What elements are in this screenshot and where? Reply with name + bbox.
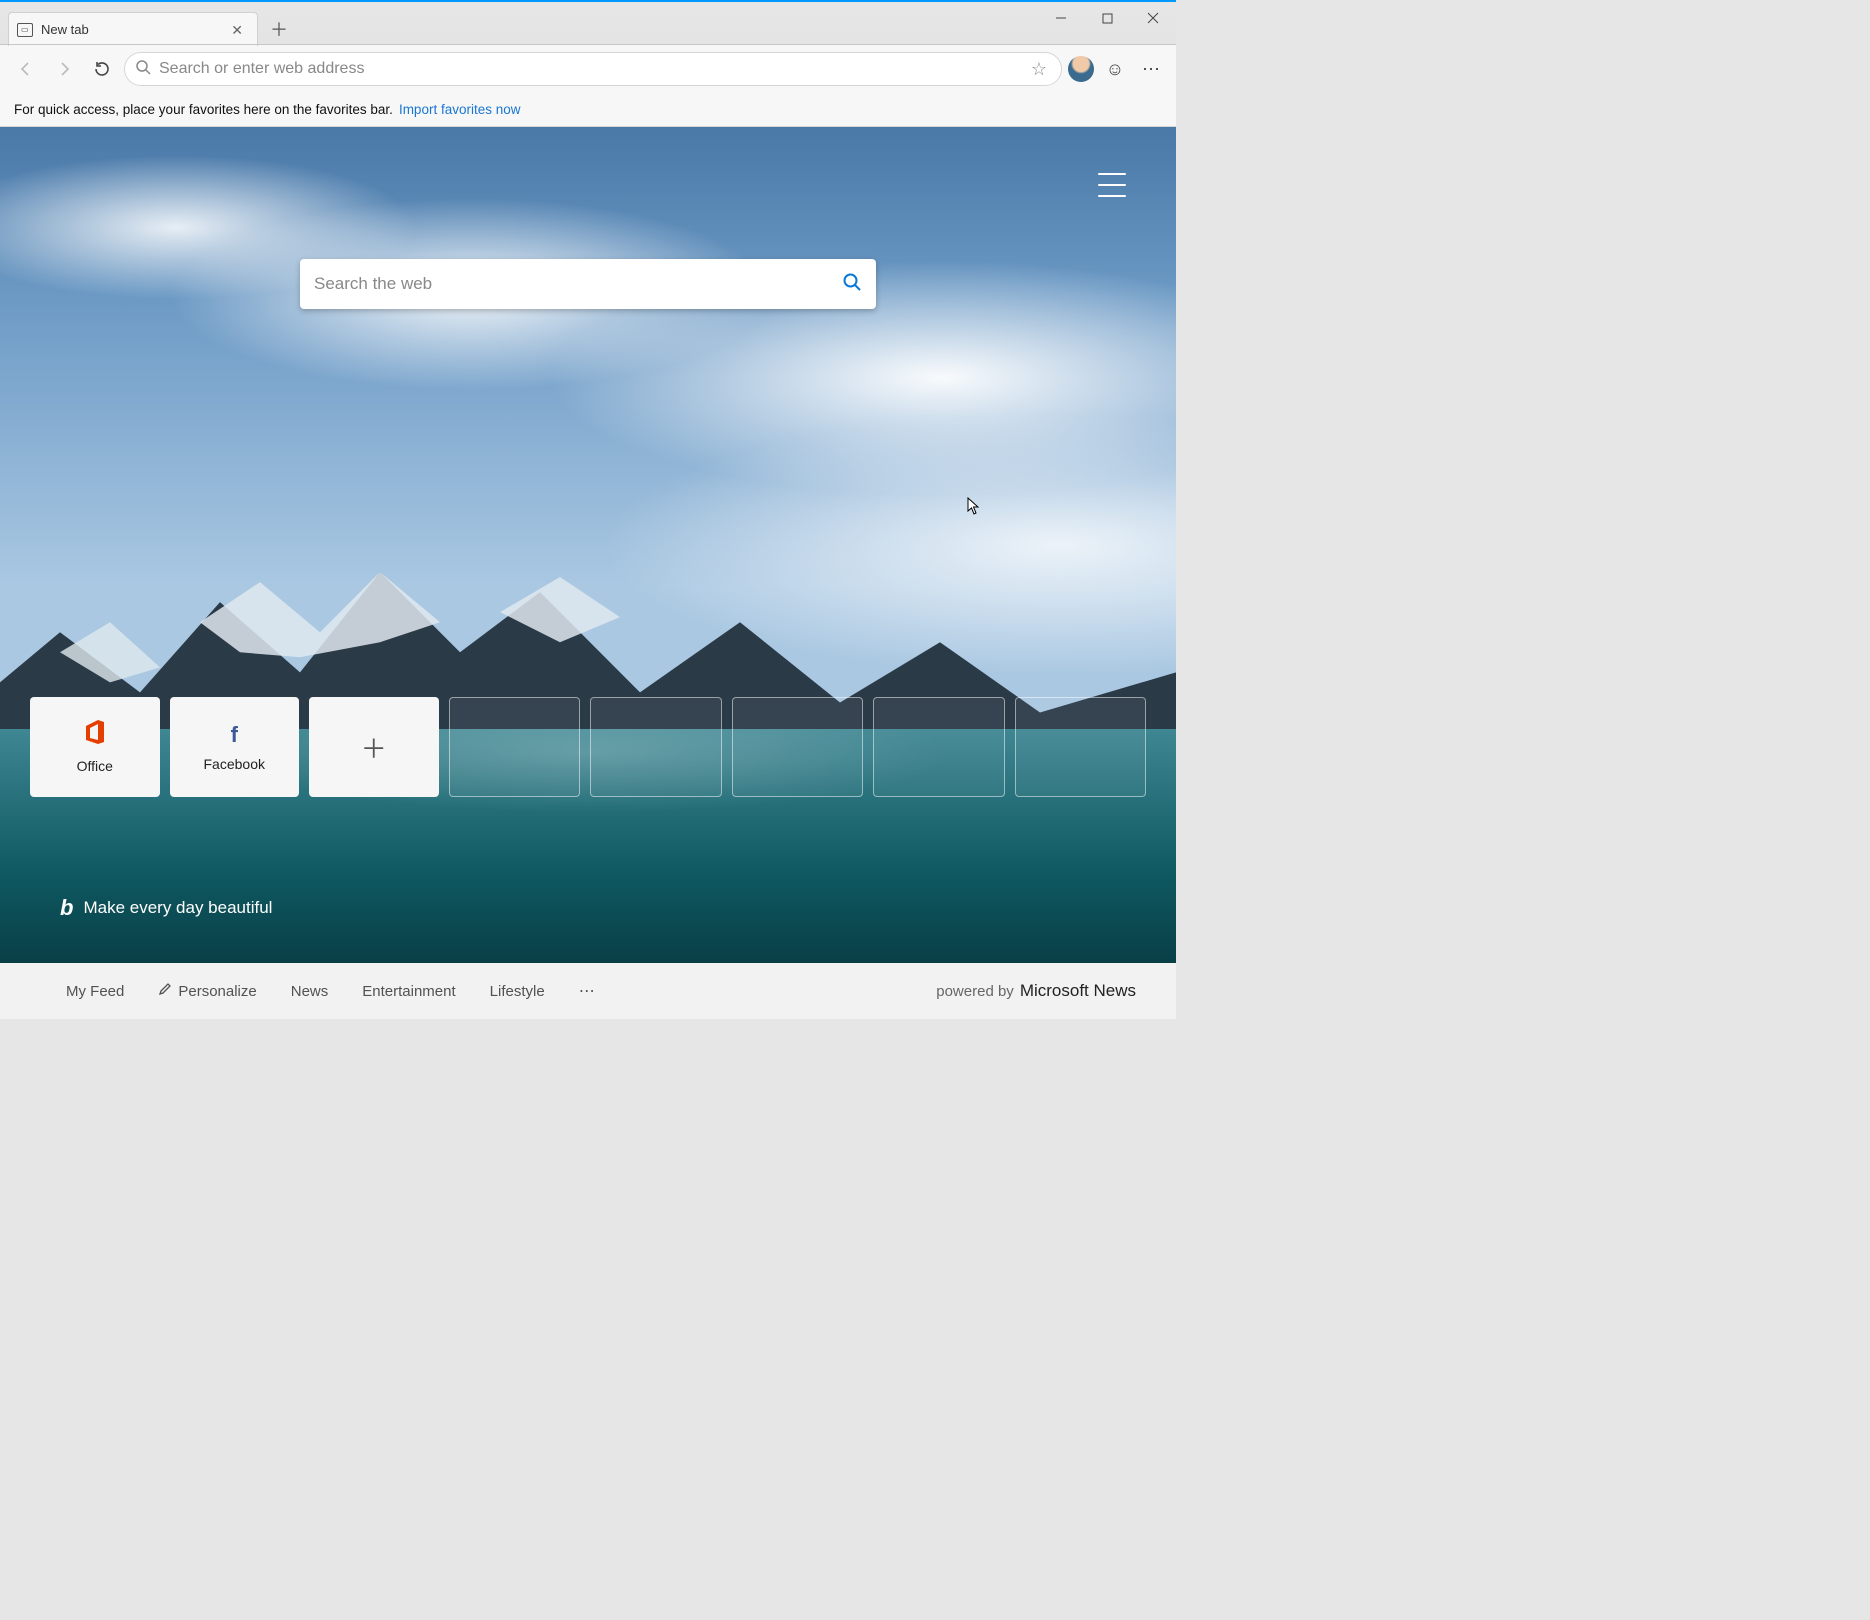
microsoft-news-label: Microsoft News: [1020, 981, 1136, 1001]
page-settings-icon[interactable]: [1098, 173, 1126, 197]
more-menu-icon[interactable]: ⋯: [1136, 54, 1166, 84]
titlebar: ▭ New tab ✕ ＋: [0, 0, 1176, 45]
favorites-bar: For quick access, place your favorites h…: [0, 93, 1176, 127]
office-icon: [84, 720, 106, 750]
quicklink-office[interactable]: Office: [30, 697, 160, 797]
add-quicklink-button[interactable]: ＋: [309, 697, 439, 797]
facebook-icon: f: [231, 722, 238, 748]
emoji-feedback-icon[interactable]: ☺: [1100, 54, 1130, 84]
maximize-button[interactable]: [1084, 2, 1130, 34]
nav-entertainment[interactable]: Entertainment: [362, 983, 455, 1000]
address-input[interactable]: [159, 60, 1019, 78]
quicklink-facebook[interactable]: f Facebook: [170, 697, 300, 797]
quicklink-slot-empty[interactable]: [590, 697, 722, 797]
quicklink-label: Office: [77, 758, 113, 774]
quicklink-label: Facebook: [204, 756, 265, 772]
favorite-star-icon[interactable]: ☆: [1027, 59, 1051, 80]
minimize-button[interactable]: [1038, 2, 1084, 34]
new-tab-content: Office f Facebook ＋ b Make every day bea…: [0, 127, 1176, 963]
quicklinks-row: Office f Facebook ＋: [30, 697, 1146, 797]
tagline-text: Make every day beautiful: [83, 898, 272, 918]
powered-by: powered by Microsoft News: [936, 981, 1136, 1001]
import-favorites-link[interactable]: Import favorites now: [399, 102, 521, 117]
profile-avatar[interactable]: [1068, 56, 1094, 82]
pencil-icon: [158, 982, 172, 1000]
search-icon[interactable]: [842, 272, 862, 297]
search-icon: [135, 59, 151, 80]
nav-more-icon[interactable]: ⋯: [579, 981, 597, 1001]
nav-personalize[interactable]: Personalize: [158, 982, 256, 1000]
new-tab-button[interactable]: ＋: [264, 14, 294, 44]
bing-icon: b: [60, 895, 73, 921]
quicklink-slot-empty[interactable]: [732, 697, 864, 797]
quicklink-slot-empty[interactable]: [449, 697, 581, 797]
quicklink-slot-empty[interactable]: [1015, 697, 1147, 797]
feed-nav: My Feed Personalize News Entertainment L…: [0, 963, 1176, 1019]
tab-title: New tab: [41, 22, 89, 37]
reload-button[interactable]: [86, 53, 118, 85]
newtab-icon: ▭: [17, 23, 33, 37]
quicklink-slot-empty[interactable]: [873, 697, 1005, 797]
browser-tab[interactable]: ▭ New tab ✕: [8, 12, 258, 46]
plus-icon: ＋: [361, 729, 387, 766]
toolbar: ☆ ☺ ⋯: [0, 45, 1176, 93]
forward-button[interactable]: [48, 53, 80, 85]
close-window-button[interactable]: [1130, 2, 1176, 34]
back-button[interactable]: [10, 53, 42, 85]
web-search-box[interactable]: [300, 259, 876, 309]
close-tab-button[interactable]: ✕: [227, 21, 247, 39]
nav-myfeed[interactable]: My Feed: [66, 983, 124, 1000]
bing-tagline[interactable]: b Make every day beautiful: [60, 895, 272, 921]
nav-news[interactable]: News: [291, 983, 329, 1000]
nav-lifestyle[interactable]: Lifestyle: [490, 983, 545, 1000]
address-bar[interactable]: ☆: [124, 52, 1062, 86]
window-controls: [1038, 2, 1176, 45]
web-search-input[interactable]: [314, 274, 842, 294]
favorites-hint: For quick access, place your favorites h…: [14, 102, 393, 117]
